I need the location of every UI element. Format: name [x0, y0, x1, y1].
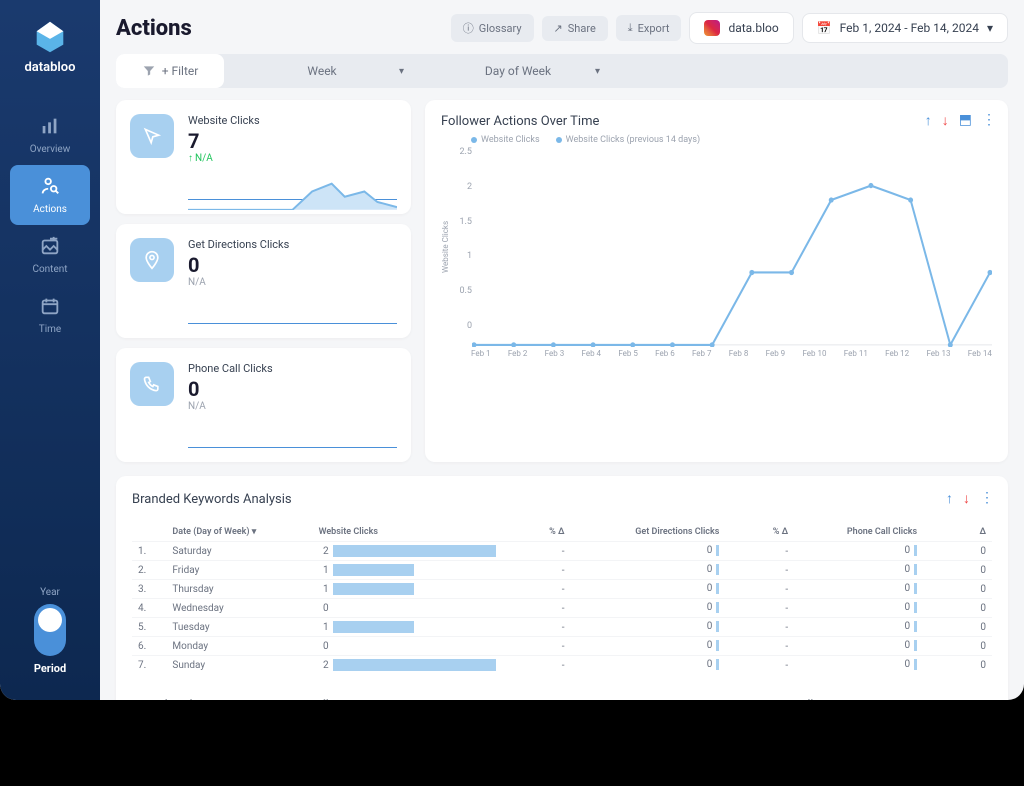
- table-header: Website Clicks: [313, 523, 502, 542]
- table-row: 4.Wednesday0-0-00: [132, 599, 992, 618]
- metrics-column: Website Clicks 7 ↑N/A Get Directions Cli…: [116, 100, 411, 462]
- brand-name: databloo: [24, 60, 75, 75]
- download-icon: ⤓: [628, 21, 633, 35]
- chart-plot: [472, 147, 992, 347]
- toggle-switch[interactable]: [34, 604, 66, 656]
- filter-day-of-week[interactable]: Day of Week▾: [420, 54, 616, 88]
- chart-title: Follower Actions Over Time: [441, 114, 992, 129]
- chevron-down-icon: ▾: [595, 66, 600, 77]
- table-row: 2.Friday1-0-00: [132, 561, 992, 580]
- date-range-selector[interactable]: 📅Feb 1, 2024 - Feb 14, 2024▾: [802, 13, 1008, 43]
- y-axis-label: Website Clicks: [441, 147, 450, 347]
- table-row: 7.Sunday2-0-00: [132, 656, 992, 675]
- table-header: % Δ: [725, 523, 794, 542]
- sidebar-item-time[interactable]: Time: [10, 285, 90, 345]
- chart-card: Follower Actions Over Time ↑ ↓ ⬒ ⋮ Websi…: [425, 100, 1008, 462]
- metric-change: N/A: [188, 277, 397, 288]
- table-header[interactable]: Date (Day of Week) ▾: [166, 523, 312, 542]
- more-icon[interactable]: ⋮: [982, 112, 996, 129]
- table-header: [132, 523, 166, 542]
- location-icon: [130, 238, 174, 282]
- chevron-down-icon: ▾: [987, 21, 993, 35]
- metric-phone-clicks: Phone Call Clicks 0 N/A: [116, 348, 411, 462]
- metric-value: 0: [188, 377, 397, 401]
- share-icon: ↗: [554, 22, 563, 35]
- filter-empty-2[interactable]: [812, 54, 1008, 88]
- more-icon[interactable]: ⋮: [980, 490, 994, 507]
- phone-icon: [130, 362, 174, 406]
- add-filter-button[interactable]: + Filter: [116, 54, 224, 88]
- chart-actions: ↑ ↓ ⬒ ⋮: [925, 112, 996, 129]
- x-ticks: Feb 1Feb 2Feb 3Feb 4Feb 5Feb 6Feb 7Feb 8…: [471, 349, 992, 358]
- table-card: Branded Keywords Analysis ↑ ↓ ⋮ Date (Da…: [116, 476, 1008, 700]
- metric-label: Get Directions Clicks: [188, 238, 397, 251]
- cursor-icon: [130, 114, 174, 158]
- share-button[interactable]: ↗Share: [542, 16, 608, 41]
- sparkline: [188, 416, 397, 448]
- table-header: % Δ: [502, 523, 571, 542]
- sparkline: [188, 292, 397, 324]
- export-button[interactable]: ⤓Export: [616, 15, 682, 41]
- arrow-down-icon[interactable]: ↓: [942, 112, 949, 129]
- metric-label: Phone Call Clicks: [188, 362, 397, 375]
- sidebar-item-label: Time: [39, 324, 61, 335]
- person-search-icon: [39, 175, 61, 200]
- table-title: Branded Keywords Analysis: [132, 492, 992, 507]
- arrow-up-icon[interactable]: ↑: [946, 490, 953, 507]
- grand-total-row: Grand total null - 7 - null -: [132, 698, 992, 700]
- sidebar-item-content[interactable]: Content: [10, 225, 90, 285]
- table-header: Phone Call Clicks: [794, 523, 923, 542]
- y-ticks: 2.521.510.50: [454, 147, 472, 347]
- table-header: Δ: [923, 523, 992, 542]
- arrow-up-icon[interactable]: ↑: [925, 112, 932, 129]
- toggle-top-label: Year: [34, 587, 66, 598]
- info-icon: ⓘ: [463, 20, 474, 36]
- sidebar-item-actions[interactable]: Actions: [10, 165, 90, 225]
- metric-website-clicks: Website Clicks 7 ↑N/A: [116, 100, 411, 214]
- arrow-down-icon[interactable]: ↓: [963, 490, 970, 507]
- sidebar-item-overview[interactable]: Overview: [10, 105, 90, 165]
- table-row: 1.Saturday2-0-00: [132, 542, 992, 561]
- glossary-button[interactable]: ⓘGlossary: [451, 14, 534, 42]
- table-row: 3.Thursday1-0-00: [132, 580, 992, 599]
- bars-icon: [39, 115, 61, 140]
- chevron-down-icon: ▾: [399, 66, 404, 77]
- chart-download-icon[interactable]: ⬒: [959, 112, 972, 129]
- table-row: 5.Tuesday1-0-00: [132, 618, 992, 637]
- logo: [31, 18, 69, 56]
- sidebar-item-label: Actions: [33, 204, 67, 215]
- toggle-bottom-label: Period: [34, 662, 66, 675]
- sidebar-item-label: Overview: [30, 144, 71, 155]
- page-title: Actions: [116, 16, 192, 41]
- calendar-icon: 📅: [817, 21, 832, 35]
- calendar-icon: [39, 295, 61, 320]
- sidebar: databloo Overview Actions Content Time Y…: [0, 0, 100, 700]
- sidebar-item-label: Content: [32, 264, 67, 275]
- metric-value: 7: [188, 129, 397, 153]
- arrow-up-icon: ↑: [188, 153, 193, 164]
- table-header: Get Directions Clicks: [571, 523, 726, 542]
- filter-week[interactable]: Week▾: [224, 54, 420, 88]
- account-selector[interactable]: data.bloo: [689, 12, 793, 44]
- chart-legend: Website Clicks Website Clicks (previous …: [471, 135, 992, 145]
- filter-bar: + Filter Week▾ Day of Week▾: [116, 54, 1008, 88]
- topbar: Actions ⓘGlossary ↗Share ⤓Export data.bl…: [116, 12, 1008, 44]
- metric-value: 0: [188, 253, 397, 277]
- metric-label: Website Clicks: [188, 114, 397, 127]
- sparkline: [188, 168, 397, 200]
- main-content: Actions ⓘGlossary ↗Share ⤓Export data.bl…: [100, 0, 1024, 700]
- metric-directions-clicks: Get Directions Clicks 0 N/A: [116, 224, 411, 338]
- table-row: 6.Monday0-0-00: [132, 637, 992, 656]
- instagram-icon: [704, 20, 720, 36]
- funnel-icon: [142, 64, 156, 78]
- image-icon: [39, 235, 61, 260]
- metric-change: ↑N/A: [188, 153, 397, 164]
- metric-change: N/A: [188, 401, 397, 412]
- keywords-table: Date (Day of Week) ▾Website Clicks% ΔGet…: [132, 523, 992, 674]
- table-actions: ↑ ↓ ⋮: [946, 490, 994, 507]
- period-toggle[interactable]: Year Period: [34, 587, 66, 675]
- filter-empty-1[interactable]: [616, 54, 812, 88]
